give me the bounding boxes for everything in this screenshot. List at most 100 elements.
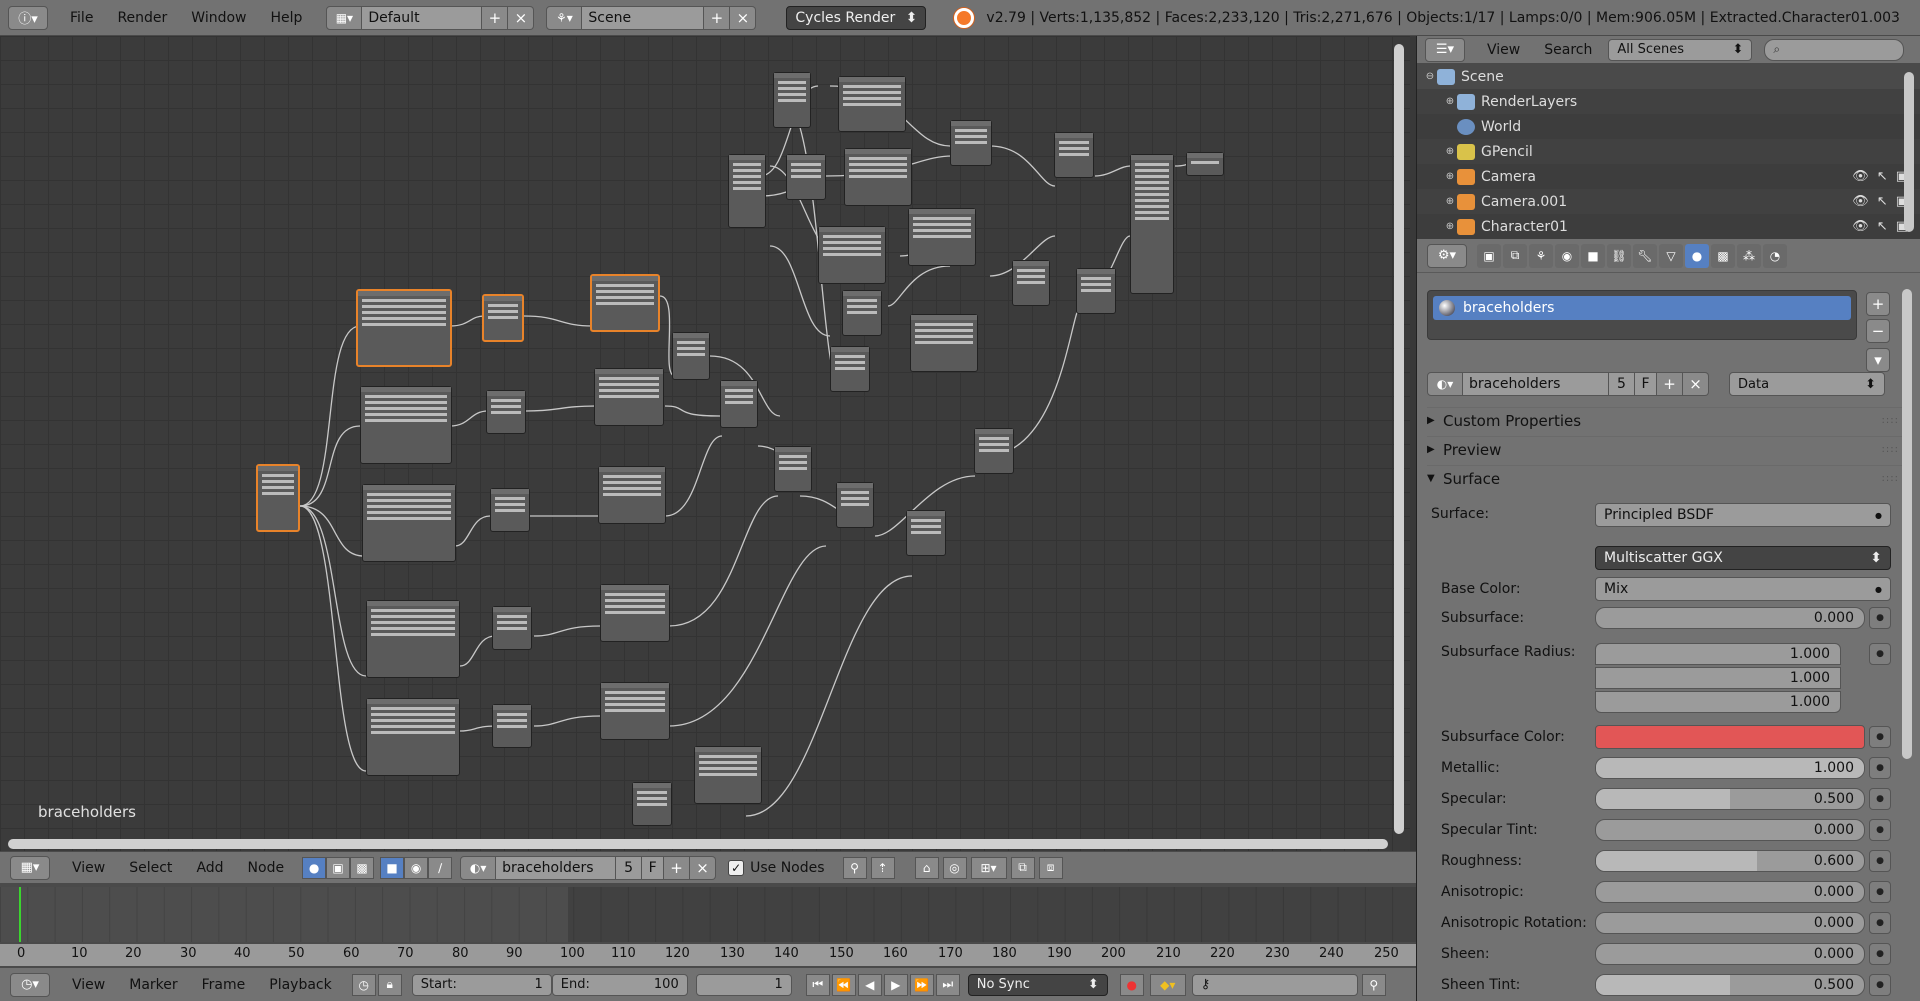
record-icon[interactable]: ● — [1119, 973, 1144, 996]
node-color-ramp[interactable] — [838, 76, 906, 132]
property-slider[interactable]: 1.000 — [1595, 757, 1865, 779]
cursor-icon[interactable]: ↖ — [1877, 194, 1888, 209]
menu-view[interactable]: View — [60, 977, 117, 993]
unlink-material-button[interactable]: × — [690, 855, 717, 880]
node-material-fake-user[interactable]: F — [642, 855, 665, 880]
object-tab-icon[interactable]: ■ — [1581, 243, 1605, 268]
texture-tab-icon[interactable]: ▩ — [1711, 243, 1735, 268]
material-tab-icon[interactable]: ● — [1685, 243, 1709, 268]
outliner-row-camera[interactable]: ⊕ Camera 👁︎ ↖ ▣ — [1417, 164, 1920, 189]
add-layout-button[interactable]: + — [482, 5, 509, 30]
outliner-row-camera-001[interactable]: ⊕ Camera.001 👁︎ ↖ ▣ — [1417, 189, 1920, 214]
expand-icon[interactable]: ⊕ — [1443, 171, 1457, 182]
jump-start-icon[interactable]: ⏮ — [805, 973, 830, 996]
remove-scene-button[interactable]: × — [730, 5, 757, 30]
node-color-ramp[interactable] — [908, 208, 976, 266]
shader-nodes-icon[interactable]: ● — [302, 856, 327, 879]
prev-keyframe-icon[interactable]: ⏪ — [831, 973, 856, 996]
collapse-icon[interactable]: ⊖ — [1423, 71, 1437, 82]
use-nodes-checkbox[interactable]: ✓ — [728, 859, 745, 876]
node-group[interactable] — [773, 72, 811, 128]
scene-icon[interactable]: ⚘▾ — [546, 5, 583, 30]
current-frame-field[interactable]: 1 — [695, 973, 792, 996]
subsurface-color-socket-button[interactable]: ● — [1869, 726, 1891, 748]
property-slider[interactable]: 0.000 — [1595, 881, 1865, 903]
render-layers-tab-icon[interactable]: ⧉ — [1503, 243, 1527, 268]
socket-link-button[interactable]: ● — [1869, 943, 1891, 965]
node-mix-rgb[interactable] — [1076, 268, 1116, 314]
menu-marker[interactable]: Marker — [117, 977, 189, 993]
scene-field[interactable]: Scene — [582, 5, 705, 30]
outliner-display-mode[interactable]: All Scenes ⬍ — [1608, 38, 1753, 61]
expand-icon[interactable]: ⊕ — [1443, 221, 1457, 232]
radius-socket-button[interactable]: ● — [1869, 643, 1891, 665]
node-mix-rgb[interactable] — [836, 482, 874, 528]
node-mapping[interactable] — [360, 386, 452, 464]
node-vector-math[interactable] — [492, 704, 532, 748]
new-material-button[interactable]: + — [664, 855, 691, 880]
node-mix-rgb[interactable] — [720, 380, 758, 428]
scene-tab-icon[interactable]: ⚘ — [1529, 243, 1553, 268]
property-slider[interactable]: 0.600 — [1595, 850, 1865, 872]
node-image-texture[interactable] — [694, 746, 762, 804]
subsurface-color-swatch[interactable] — [1595, 725, 1865, 749]
material-link-dropdown[interactable]: Data ⬍ — [1729, 372, 1885, 396]
node-math[interactable] — [842, 290, 882, 336]
socket-link-button[interactable]: ● — [1869, 881, 1891, 903]
node-mix-rgb[interactable] — [974, 428, 1014, 474]
node-vector-math[interactable] — [632, 782, 672, 826]
grip-icon[interactable]: :::: — [1882, 444, 1899, 455]
add-scene-button[interactable]: + — [704, 5, 731, 30]
world-shader-icon[interactable]: ◉ — [404, 856, 429, 879]
particles-tab-icon[interactable]: ⁂ — [1737, 243, 1761, 268]
material-browse-icon[interactable]: ◐▾ — [1427, 372, 1463, 396]
property-slider[interactable]: 0.500 — [1595, 974, 1865, 996]
expand-icon[interactable]: ⊕ — [1443, 146, 1457, 157]
menu-help[interactable]: Help — [258, 10, 314, 26]
outliner-row-renderlayers[interactable]: ⊕ RenderLayers — [1417, 89, 1920, 114]
material-browse-icon[interactable]: ◐▾ — [460, 855, 497, 880]
node-editor-type-icon[interactable]: ▦▾ — [10, 855, 50, 880]
eye-icon[interactable]: 👁︎ — [1852, 194, 1869, 209]
remove-slot-button[interactable]: − — [1866, 319, 1890, 343]
node-math[interactable] — [786, 154, 826, 200]
menu-view[interactable]: View — [60, 860, 117, 876]
node-editor-vertical-scrollbar[interactable] — [1394, 44, 1404, 834]
copy-nodes-icon[interactable]: ⧉ — [1010, 856, 1035, 879]
render-engine-dropdown[interactable]: Cycles Render ⬍ — [786, 5, 927, 30]
keyframe-type-icon[interactable]: ◆▾ — [1149, 973, 1186, 996]
layout-icon[interactable]: ▦▾ — [326, 5, 363, 30]
socket-link-button[interactable]: ● — [1869, 819, 1891, 841]
play-reverse-icon[interactable]: ◀ — [857, 973, 882, 996]
expand-icon[interactable]: ⊕ — [1443, 196, 1457, 207]
render-tab-icon[interactable]: ▣ — [1477, 243, 1501, 268]
node-mix-rgb[interactable] — [774, 446, 812, 492]
paste-nodes-icon[interactable]: ⧈ — [1038, 856, 1063, 879]
menu-file[interactable]: File — [58, 10, 105, 26]
data-tab-icon[interactable]: ▽ — [1659, 243, 1683, 268]
node-mapping[interactable] — [366, 600, 460, 678]
node-vector-math[interactable] — [482, 294, 524, 342]
node-texture-coordinate[interactable] — [256, 464, 300, 532]
socket-link-button[interactable]: ● — [1869, 850, 1891, 872]
surface-shader-button[interactable]: Principled BSDF ● — [1595, 503, 1891, 527]
menu-node[interactable]: Node — [236, 860, 297, 876]
node-image-texture[interactable] — [594, 368, 664, 426]
panel-custom-properties[interactable]: ▶ Custom Properties :::: — [1427, 407, 1903, 433]
use-nodes-toggle[interactable]: ✓ Use Nodes — [728, 859, 825, 876]
timeline-editor[interactable]: 0 10 20 30 40 50 60 70 80 90 100 110 120… — [0, 883, 1416, 967]
preview-range-icon[interactable]: ◷ — [351, 973, 376, 996]
node-mix-rgb[interactable] — [1012, 260, 1050, 306]
menu-add[interactable]: Add — [184, 860, 235, 876]
end-frame-field[interactable]: End: 100 — [551, 973, 688, 996]
unlink-material-button[interactable]: × — [1683, 372, 1709, 396]
node-image-texture[interactable] — [600, 584, 670, 642]
node-mapping[interactable] — [366, 698, 460, 776]
node-mix-rgb[interactable] — [1054, 132, 1094, 178]
outliner-search-input[interactable]: ⌕ — [1764, 38, 1905, 61]
texture-nodes-icon[interactable]: ▩ — [350, 856, 375, 879]
outliner-type-icon[interactable]: ☰▾ — [1425, 37, 1465, 62]
node-mapping[interactable] — [362, 484, 456, 562]
subsurface-radius-y[interactable]: 1.000 — [1595, 667, 1841, 689]
slot-specials-button[interactable]: ▾ — [1866, 348, 1890, 372]
